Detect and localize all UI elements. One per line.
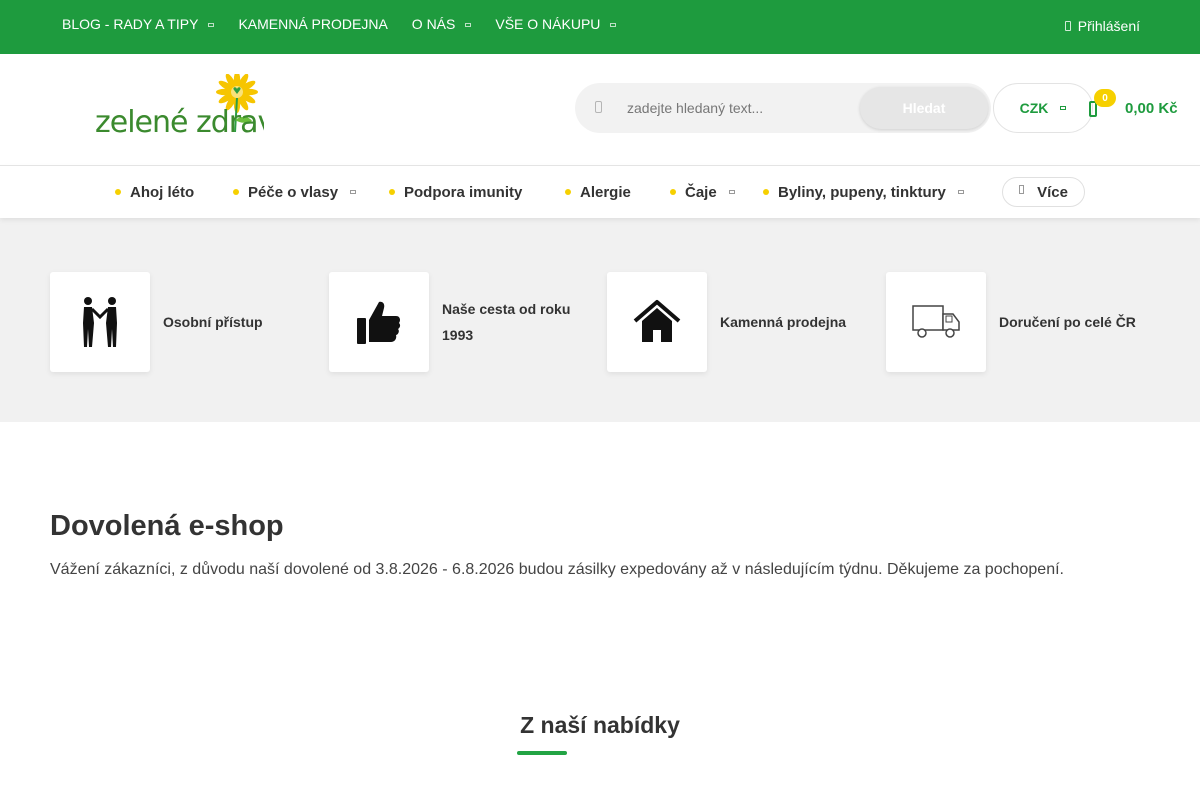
top-nav-item-shopping-info[interactable]: VŠE O NÁKUPU — [495, 16, 617, 32]
cart-total: 0,00 Kč — [1125, 100, 1178, 117]
chevron-down-icon — [1060, 106, 1067, 110]
bullet-dot — [115, 189, 121, 195]
benefit-label: Naše cesta od roku 1993 — [442, 301, 571, 343]
currency-selector[interactable]: CZK — [993, 83, 1093, 133]
top-nav-item-label: BLOG - RADY A TIPY — [62, 16, 199, 32]
top-nav-item-label: VŠE O NÁKUPU — [495, 16, 601, 32]
more-label: Více — [1037, 183, 1068, 201]
chevron-down-icon — [208, 23, 215, 27]
category-item-label: Ahoj léto — [130, 183, 195, 201]
category-item-herbs[interactable]: Byliny, pupeny, tinktury — [763, 166, 964, 218]
delivery-truck-icon — [912, 305, 960, 338]
logo-image: zelené zdraví — [95, 71, 285, 140]
top-nav-item-about[interactable]: O NÁS — [412, 16, 472, 32]
user-icon — [1064, 21, 1071, 31]
bullet-dot — [389, 189, 395, 195]
category-item-summer[interactable]: Ahoj léto — [115, 166, 194, 218]
announcement-text: Vážení zákazníci, z důvodu naší dovolené… — [50, 561, 1064, 578]
bullet-dot — [233, 189, 239, 195]
category-nav: Ahoj léto Péče o vlasy Podpora imunity A… — [0, 166, 1200, 218]
more-categories-button[interactable]: Více — [1002, 177, 1085, 207]
handshake-icon — [83, 297, 117, 347]
top-nav-item-store[interactable]: KAMENNÁ PRODEJNA — [238, 16, 387, 32]
thumbs-up-icon — [357, 301, 401, 344]
benefit-label: Doručení po celé ČR — [999, 314, 1136, 330]
house-icon — [633, 300, 681, 342]
chevron-down-icon — [610, 23, 617, 27]
chevron-down-icon — [957, 190, 964, 194]
benefit-personal-approach: Osobní přístup — [50, 272, 283, 372]
benefit-stone-store: Kamenná prodejna — [607, 272, 860, 372]
benefits-band: Osobní přístup Naše cesta od roku 1993 K… — [0, 218, 1200, 422]
category-item-label: Péče o vlasy — [248, 183, 339, 201]
top-nav: BLOG - RADY A TIPY KAMENNÁ PRODEJNA O NÁ… — [62, 0, 640, 48]
chevron-down-icon — [465, 23, 472, 27]
top-nav-item-label: KAMENNÁ PRODEJNA — [238, 16, 388, 32]
cart-count-badge: 0 — [1094, 89, 1116, 107]
bullet-dot — [565, 189, 571, 195]
category-item-hair-care[interactable]: Péče o vlasy — [233, 166, 357, 218]
benefit-label: Kamenná prodejna — [720, 314, 847, 330]
login-link[interactable]: Přihlášení — [1064, 0, 1140, 52]
offer-section-title: Z naší nabídky — [520, 712, 680, 738]
logo[interactable]: zelené zdraví — [94, 71, 285, 140]
category-item-immunity[interactable]: Podpora imunity — [389, 166, 522, 218]
logo-text: zelené zdraví — [95, 105, 264, 136]
top-bar: BLOG - RADY A TIPY KAMENNÁ PRODEJNA O NÁ… — [0, 0, 1200, 54]
category-item-label: Alergie — [580, 183, 631, 201]
category-item-allergy[interactable]: Alergie — [565, 166, 631, 218]
benefit-icon-box — [329, 272, 429, 372]
top-nav-item-label: O NÁS — [411, 16, 456, 32]
search-icon — [595, 101, 602, 113]
cart-button[interactable]: 0 0,00 Kč — [1088, 88, 1188, 128]
benefit-icon-box — [50, 272, 150, 372]
currency-value: CZK — [1019, 100, 1049, 116]
benefit-since-1993: Naše cesta od roku 1993 — [329, 272, 582, 372]
chevron-down-icon — [350, 190, 357, 194]
search-box: Hledat — [575, 83, 991, 133]
benefit-icon-box — [886, 272, 986, 372]
category-item-label: Byliny, pupeny, tinktury — [778, 183, 946, 201]
login-label: Přihlášení — [1077, 18, 1140, 34]
announcement-title: Dovolená e-shop — [50, 510, 284, 542]
search-button[interactable]: Hledat — [860, 87, 988, 129]
bullet-dot — [670, 189, 676, 195]
section-title-underline — [517, 751, 567, 755]
category-item-label: Podpora imunity — [404, 183, 523, 201]
chevron-down-icon — [728, 190, 735, 194]
category-item-label: Čaje — [685, 183, 717, 201]
bullet-dot — [763, 189, 769, 195]
benefit-label: Osobní přístup — [163, 314, 263, 330]
menu-icon — [1019, 184, 1025, 194]
top-nav-item-blog[interactable]: BLOG - RADY A TIPY — [62, 16, 215, 32]
benefit-delivery: Doručení po celé ČR — [886, 272, 1149, 372]
benefit-icon-box — [607, 272, 707, 372]
category-item-teas[interactable]: Čaje — [670, 166, 735, 218]
search-input[interactable] — [627, 96, 857, 120]
